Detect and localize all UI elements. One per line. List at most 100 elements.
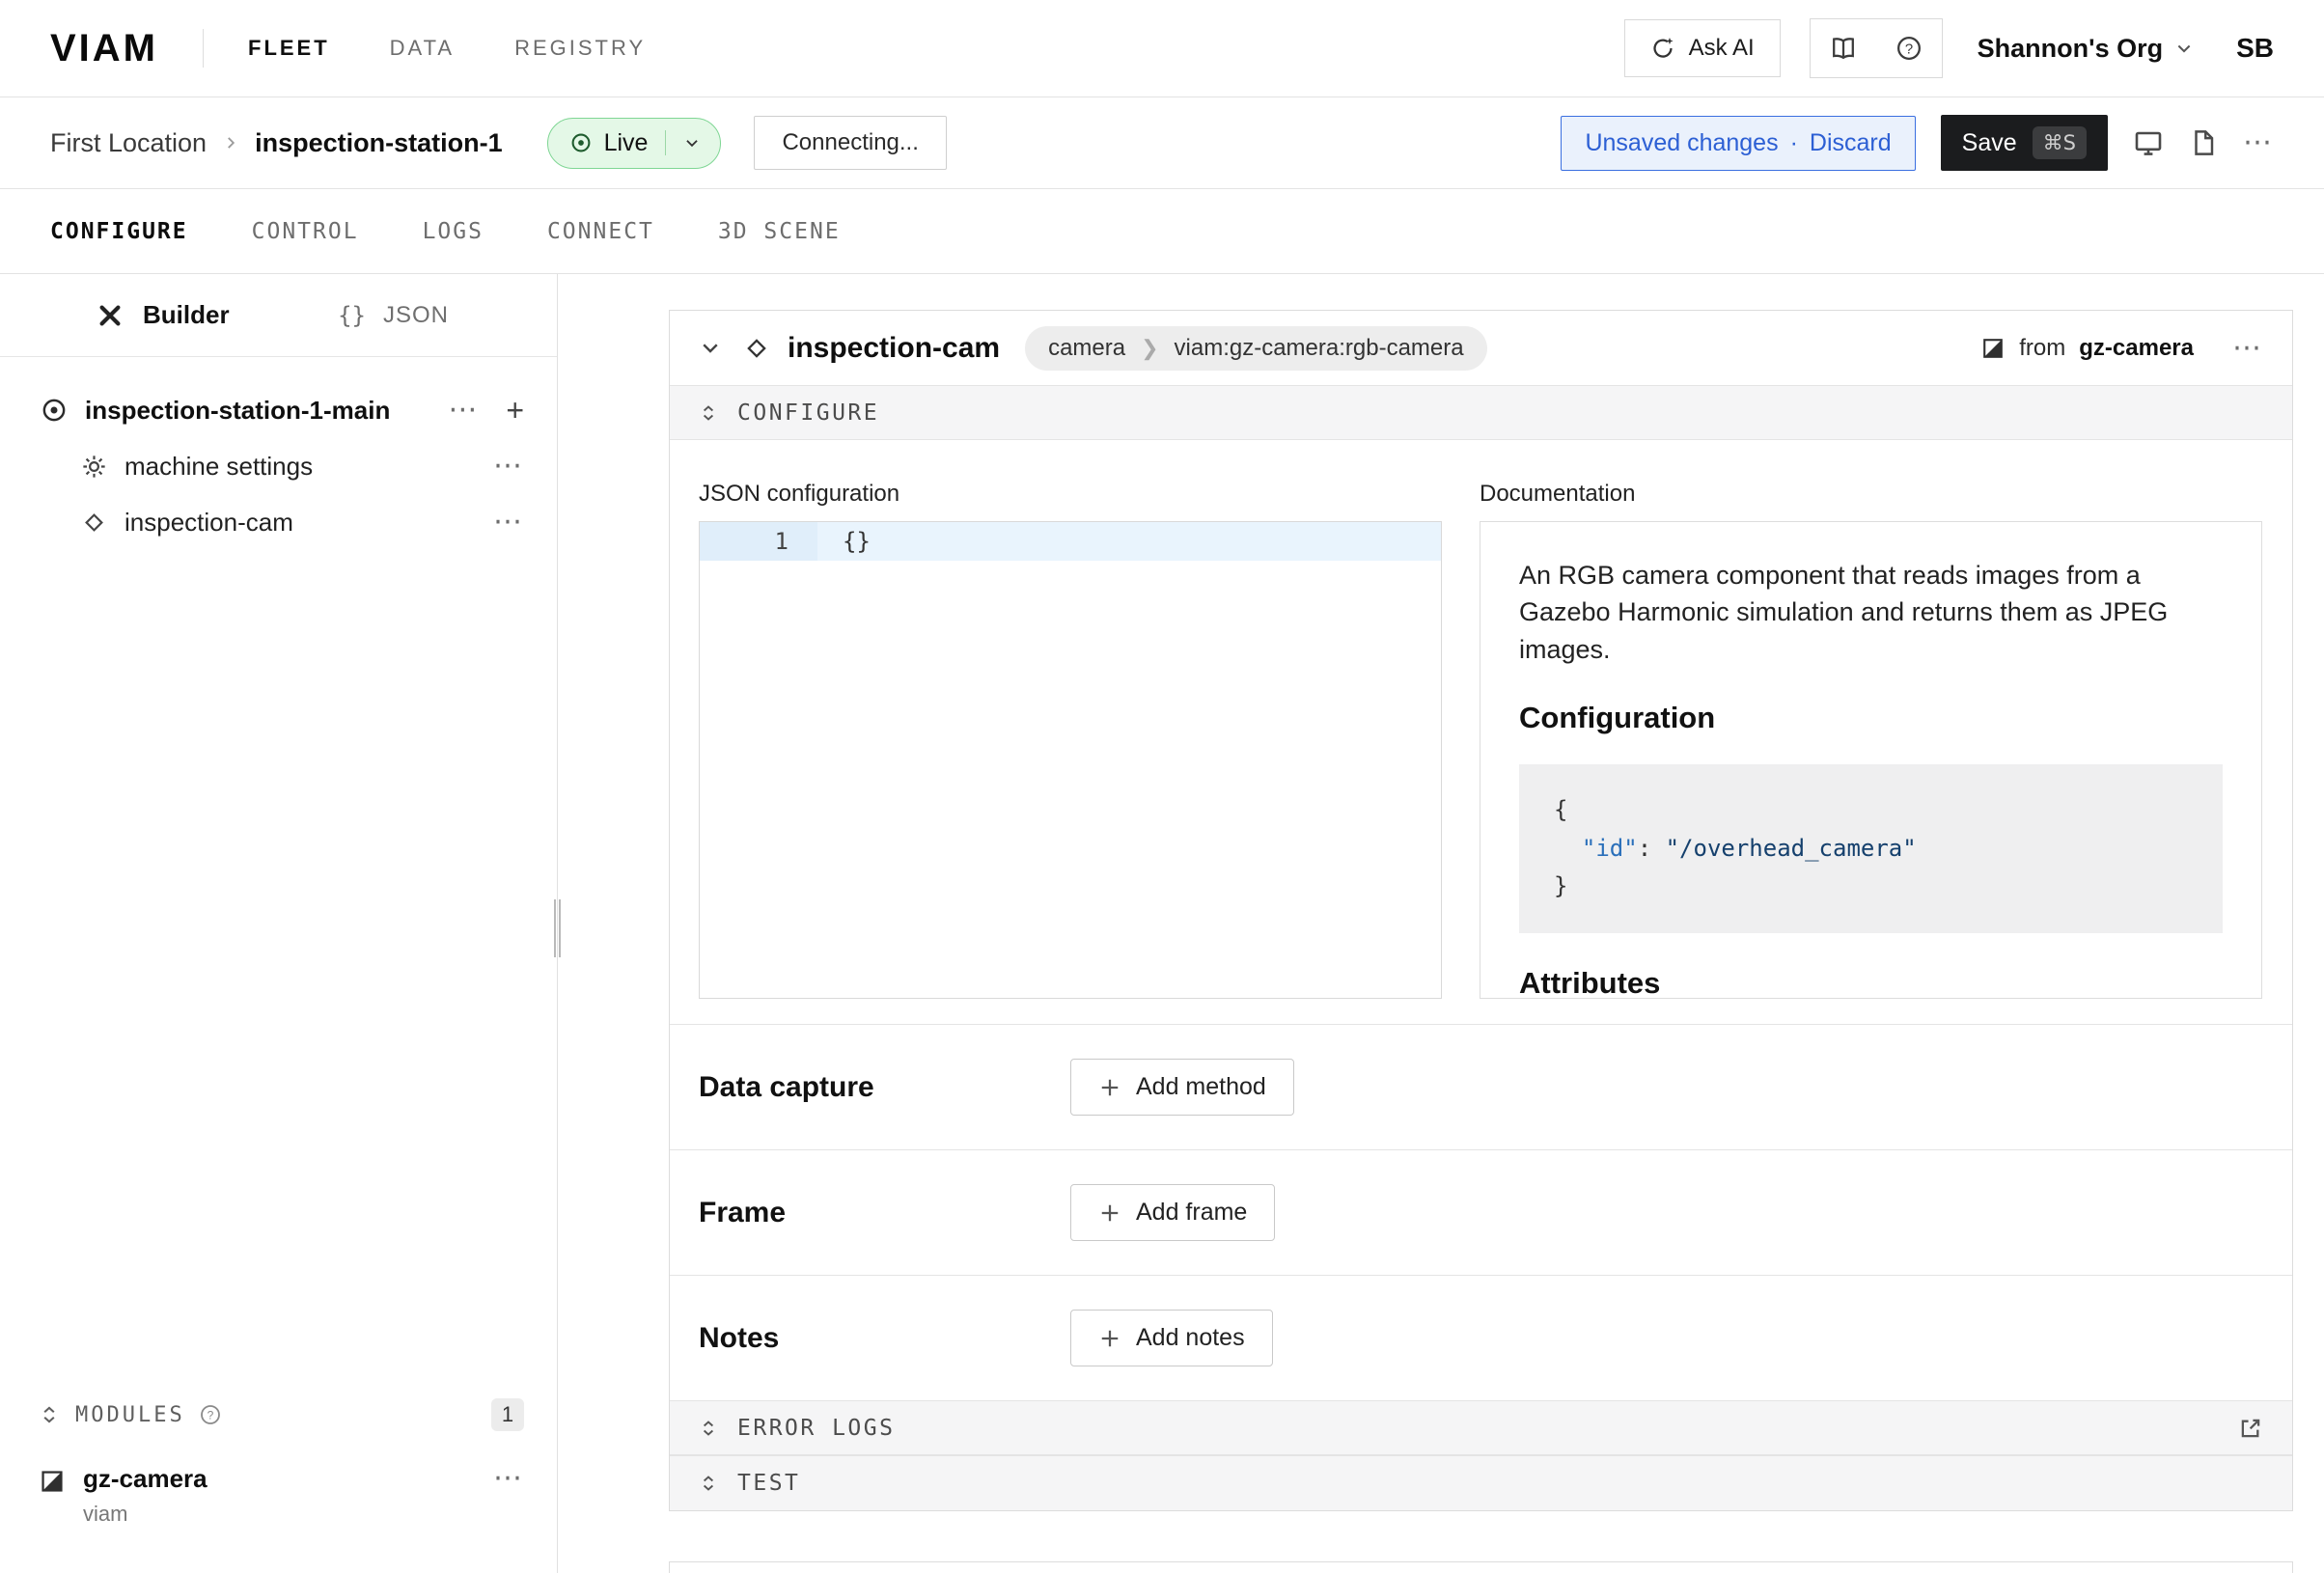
add-notes-label: Add notes bbox=[1136, 1324, 1245, 1352]
live-status-dropdown[interactable]: Live bbox=[547, 118, 722, 169]
module-more-icon[interactable]: ⋯ bbox=[493, 1464, 524, 1493]
json-config-editor[interactable]: 1 {} bbox=[699, 521, 1442, 999]
json-toggle-label: JSON bbox=[383, 302, 449, 329]
code-value: "/overhead_camera" bbox=[1666, 835, 1917, 862]
topnav-right: Ask AI ? Shannon's Org SB bbox=[1624, 18, 2274, 78]
chevron-down-icon bbox=[683, 134, 701, 152]
component-card-inspection-cam: inspection-cam camera ❯ viam:gz-camera:r… bbox=[669, 310, 2293, 1511]
tab-logs[interactable]: LOGS bbox=[423, 219, 484, 244]
save-button[interactable]: Save ⌘S bbox=[1941, 115, 2108, 171]
editor-line-content: {} bbox=[817, 528, 871, 555]
documentation-panel[interactable]: An RGB camera component that reads image… bbox=[1480, 521, 2262, 999]
ask-ai-button[interactable]: Ask AI bbox=[1624, 19, 1781, 77]
from-label: from bbox=[2019, 335, 2065, 362]
tab-3d-scene[interactable]: 3D SCENE bbox=[718, 219, 841, 244]
nav-item-fleet[interactable]: FLEET bbox=[248, 36, 330, 61]
tag-chevron-icon: ❯ bbox=[1141, 336, 1158, 361]
component-diamond-icon bbox=[81, 510, 107, 536]
editor-line-number: 1 bbox=[700, 522, 817, 561]
collapse-icon bbox=[699, 1419, 718, 1438]
component-header-right: from gz-camera ⋯ bbox=[1980, 334, 2263, 363]
live-signal-icon bbox=[569, 131, 593, 154]
component-model-tag: viam:gz-camera:rgb-camera bbox=[1175, 335, 1464, 362]
viam-logo[interactable]: VIAM bbox=[50, 27, 158, 70]
editor-line: 1 {} bbox=[700, 522, 1441, 561]
chevron-right-icon bbox=[222, 134, 239, 152]
tree-more-icon[interactable]: ⋯ bbox=[493, 508, 524, 537]
tree-more-icon[interactable]: ⋯ bbox=[493, 452, 524, 481]
component-diamond-icon bbox=[743, 335, 770, 362]
add-method-button[interactable]: Add method bbox=[1070, 1059, 1294, 1116]
machine-more-icon[interactable]: ⋯ bbox=[2243, 128, 2274, 157]
tree-item-label: inspection-cam bbox=[124, 508, 293, 538]
unsaved-changes-label: Unsaved changes bbox=[1585, 129, 1778, 157]
error-logs-label: ERROR LOGS bbox=[737, 1416, 895, 1441]
attributes-heading: Attributes bbox=[1519, 966, 2223, 999]
open-logs-external-icon[interactable] bbox=[2238, 1416, 2263, 1441]
config-main: inspection-cam camera ❯ viam:gz-camera:r… bbox=[558, 274, 2324, 1573]
json-braces-icon: {} bbox=[338, 302, 366, 329]
add-frame-button[interactable]: Add frame bbox=[1070, 1184, 1275, 1241]
data-capture-row: Data capture Add method bbox=[670, 1024, 2292, 1149]
sidebar-resize-handle[interactable] bbox=[553, 899, 561, 957]
modules-section-header[interactable]: MODULES ? 1 bbox=[0, 1387, 557, 1443]
monitor-icon[interactable] bbox=[2133, 127, 2164, 158]
tree-item-inspection-cam[interactable]: inspection-cam ⋯ bbox=[0, 494, 557, 550]
test-section-bar[interactable]: TEST bbox=[670, 1455, 2292, 1510]
nav-divider bbox=[203, 29, 204, 68]
json-config-column: JSON configuration 1 {} bbox=[699, 481, 1442, 999]
documentation-column: Documentation An RGB camera component th… bbox=[1480, 481, 2262, 999]
component-type-tag: camera bbox=[1048, 335, 1125, 362]
plus-icon bbox=[1098, 1201, 1121, 1225]
tree-more-icon[interactable]: ⋯ bbox=[448, 396, 479, 425]
unsaved-changes-banner: Unsaved changes · Discard bbox=[1561, 116, 1915, 171]
nav-item-registry[interactable]: REGISTRY bbox=[514, 36, 646, 61]
ask-ai-icon bbox=[1650, 36, 1675, 61]
collapse-chevron-icon[interactable] bbox=[699, 337, 722, 360]
tab-configure[interactable]: CONFIGURE bbox=[50, 219, 188, 244]
component-card-header: inspection-cam camera ❯ viam:gz-camera:r… bbox=[670, 311, 2292, 385]
module-item-text: gz-camera viam bbox=[83, 1464, 208, 1527]
avatar[interactable]: SB bbox=[2236, 33, 2274, 64]
add-notes-button[interactable]: Add notes bbox=[1070, 1310, 1273, 1366]
tab-control[interactable]: CONTROL bbox=[252, 219, 359, 244]
org-switcher[interactable]: Shannon's Org bbox=[1978, 34, 2194, 64]
add-method-label: Add method bbox=[1136, 1073, 1266, 1101]
machine-part-icon bbox=[41, 397, 68, 424]
save-shortcut-badge: ⌘S bbox=[2033, 126, 2087, 159]
from-module-name[interactable]: gz-camera bbox=[2079, 335, 2194, 362]
connecting-button[interactable]: Connecting... bbox=[754, 116, 946, 170]
nav-item-data[interactable]: DATA bbox=[390, 36, 455, 61]
live-label: Live bbox=[604, 129, 649, 157]
data-capture-label: Data capture bbox=[699, 1071, 1070, 1104]
plus-icon bbox=[1098, 1076, 1121, 1099]
modules-help-icon[interactable]: ? bbox=[199, 1403, 222, 1426]
module-list-item[interactable]: gz-camera viam ⋯ bbox=[0, 1443, 557, 1527]
configure-section-bar[interactable]: CONFIGURE bbox=[670, 385, 2292, 440]
error-logs-section-bar[interactable]: ERROR LOGS bbox=[670, 1400, 2292, 1455]
tree-item-label: machine settings bbox=[124, 452, 313, 482]
breadcrumb-location[interactable]: First Location bbox=[50, 128, 207, 158]
builder-toggle-label[interactable]: Builder bbox=[143, 300, 230, 330]
tree-item-actions: ⋯ + bbox=[448, 395, 524, 426]
add-component-icon[interactable]: + bbox=[506, 395, 524, 426]
primary-nav: FLEET DATA REGISTRY bbox=[248, 36, 646, 61]
machine-config-file-icon[interactable] bbox=[2189, 128, 2218, 157]
component-more-icon[interactable]: ⋯ bbox=[2232, 334, 2263, 363]
tree-item-machine-settings[interactable]: machine settings ⋯ bbox=[0, 438, 557, 494]
tab-connect[interactable]: CONNECT bbox=[547, 219, 654, 244]
json-toggle[interactable]: {} JSON bbox=[338, 302, 449, 329]
ask-ai-label: Ask AI bbox=[1689, 35, 1755, 62]
docs-book-icon[interactable] bbox=[1811, 19, 1876, 77]
notes-label: Notes bbox=[699, 1322, 1070, 1355]
frame-row: Frame Add frame bbox=[670, 1149, 2292, 1275]
unsaved-separator: · bbox=[1790, 129, 1798, 157]
sidebar-spacer bbox=[0, 550, 557, 1387]
help-question-icon[interactable]: ? bbox=[1876, 19, 1942, 77]
breadcrumb-machine-name: inspection-station-1 bbox=[255, 128, 503, 158]
module-card-header: gz-camera by viam module Registry bbox=[670, 1562, 2292, 1573]
discard-button[interactable]: Discard bbox=[1810, 129, 1892, 157]
machine-tabbar: CONFIGURE CONTROL LOGS CONNECT 3D SCENE bbox=[0, 189, 2324, 274]
notes-row: Notes Add notes bbox=[670, 1275, 2292, 1400]
tree-item-machine-main[interactable]: inspection-station-1-main ⋯ + bbox=[0, 382, 557, 438]
